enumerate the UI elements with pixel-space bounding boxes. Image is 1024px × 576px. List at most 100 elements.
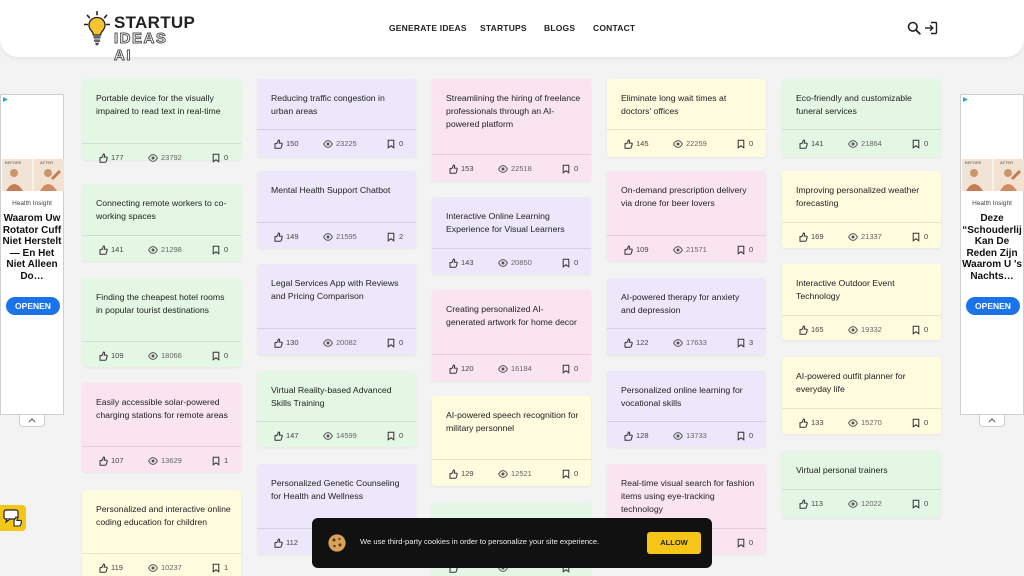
idea-title[interactable]: Personalized online learning for vocatio… [621,384,756,410]
like-button[interactable]: 150 [273,137,299,151]
idea-title[interactable]: Eco-friendly and customizable funeral se… [796,92,931,118]
like-button[interactable]: 109 [98,349,124,363]
like-button[interactable]: 120 [448,362,474,376]
idea-card[interactable]: Finding the cheapest hotel rooms in popu… [82,278,241,367]
idea-card[interactable]: Virtual Reality-based Advanced Skills Tr… [257,371,416,447]
search-icon[interactable] [907,21,921,35]
idea-title[interactable]: Virtual Reality-based Advanced Skills Tr… [271,384,406,410]
idea-card[interactable]: AI-powered outfit planner for everyday l… [782,357,941,434]
like-button[interactable]: 130 [273,336,299,350]
like-button[interactable]: 143 [448,256,474,270]
save-button[interactable]: 0 [561,162,578,176]
idea-card[interactable]: Easily accessible solar-powered charging… [82,383,241,472]
idea-card[interactable]: Legal Services App with Reviews and Pric… [257,264,416,355]
idea-card[interactable]: Reducing traffic congestion in urban are… [257,79,416,157]
ad-choices-icon[interactable] [962,96,969,103]
save-button[interactable]: 0 [211,243,228,257]
idea-title[interactable]: Personalized and interactive online codi… [96,503,231,529]
save-button[interactable]: 0 [911,323,928,337]
nav-blogs[interactable]: BLOGS [544,23,575,33]
idea-card[interactable]: Interactive Outdoor Event Technology 165 1… [782,264,941,340]
idea-card[interactable]: AI-powered speech recognition for milita… [432,396,591,486]
save-button[interactable]: 0 [736,137,753,151]
idea-title[interactable]: Legal Services App with Reviews and Pric… [271,277,406,303]
nav-generate-ideas[interactable]: GENERATE IDEAS [389,23,467,33]
idea-title[interactable]: AI-powered outfit planner for everyday l… [796,370,931,396]
save-button[interactable]: 0 [736,243,753,257]
like-button[interactable]: 177 [98,151,124,165]
idea-title[interactable]: Finding the cheapest hotel rooms in popu… [96,291,231,317]
ad-open-button[interactable]: OPENEN [6,297,60,315]
like-button[interactable]: 119 [98,561,123,575]
ad-headline[interactable]: Waarom Uw Rotator Cuff Niet Herstelt — E… [2,213,62,282]
save-button[interactable]: 2 [386,230,403,244]
idea-title[interactable]: Real-time visual search for fashion item… [621,477,756,515]
idea-card[interactable]: AI-powered therapy for anxiety and depre… [607,278,766,355]
save-button[interactable]: 0 [911,137,928,151]
idea-title[interactable]: Personalized Genetic Counseling for Heal… [271,477,406,503]
idea-card[interactable]: Portable device for the visually impaire… [82,79,241,163]
like-button[interactable]: 129 [448,467,474,481]
idea-card[interactable]: Creating personalized AI-generated artwo… [432,290,591,381]
idea-card[interactable]: Eliminate long wait times at doctors' of… [607,79,766,157]
idea-card[interactable]: Virtual personal trainers 113 12022 0 [782,451,941,518]
ad-right[interactable]: BEFORE AFTER Health Insight Deze “Schoud… [960,94,1024,415]
idea-title[interactable]: Creating personalized AI-generated artwo… [446,303,581,329]
feedback-button[interactable] [0,505,26,531]
save-button[interactable]: 0 [561,256,578,270]
idea-title[interactable]: Streamlining the hiring of freelance pro… [446,92,581,130]
save-button[interactable]: 0 [561,362,578,376]
like-button[interactable]: 149 [273,230,299,244]
save-button[interactable]: 0 [211,349,228,363]
idea-title[interactable]: Interactive Outdoor Event Technology [796,277,931,303]
idea-title[interactable]: Eliminate long wait times at doctors' of… [621,92,756,118]
nav-startups[interactable]: STARTUPS [480,23,527,33]
save-button[interactable]: 0 [386,137,403,151]
like-button[interactable]: 145 [623,137,649,151]
like-button[interactable]: 153 [448,162,474,176]
save-button[interactable]: 0 [911,497,928,511]
like-button[interactable]: 141 [798,137,824,151]
ad-collapse-tab[interactable] [19,415,45,427]
save-button[interactable]: 0 [386,429,403,443]
like-button[interactable]: 107 [98,454,124,468]
save-button[interactable]: 0 [386,336,403,350]
idea-title[interactable]: Connecting remote workers to co-working … [96,197,231,223]
ad-collapse-tab[interactable] [979,415,1005,427]
idea-card[interactable]: Personalized online learning for vocatio… [607,371,766,447]
save-button[interactable]: 0 [911,416,928,430]
idea-card[interactable]: Streamlining the hiring of freelance pro… [432,79,591,181]
save-button[interactable]: 0 [211,151,228,165]
like-button[interactable]: 165 [798,323,824,337]
idea-title[interactable]: Portable device for the visually impaire… [96,92,231,118]
idea-title[interactable]: AI-powered therapy for anxiety and depre… [621,291,756,317]
save-button[interactable]: 0 [561,467,578,481]
login-icon[interactable] [924,21,938,35]
idea-card[interactable]: On-demand prescription delivery via dron… [607,171,766,261]
like-button[interactable]: 141 [98,243,124,257]
idea-title[interactable]: Reducing traffic congestion in urban are… [271,92,406,118]
idea-card[interactable]: Eco-friendly and customizable funeral se… [782,79,941,157]
like-button[interactable]: 122 [623,336,649,350]
ad-headline[interactable]: Deze “Schouderlij Kan De Reden Zijn Waar… [962,213,1022,282]
idea-card[interactable]: Improving personalized weather forecasti… [782,171,941,248]
like-button[interactable]: 113 [798,497,823,511]
save-button[interactable]: 0 [911,230,928,244]
ad-choices-icon[interactable] [2,96,9,103]
idea-title[interactable]: On-demand prescription delivery via dron… [621,184,756,210]
idea-title[interactable]: AI-powered speech recognition for milita… [446,409,581,435]
idea-title[interactable]: Mental Health Support Chatbot [271,184,406,197]
save-button[interactable]: 3 [736,336,753,350]
idea-card[interactable]: Connecting remote workers to co-working … [82,184,241,261]
save-button[interactable]: 1 [211,561,228,575]
allow-cookies-button[interactable]: ALLOW [647,532,701,554]
like-button[interactable]: 133 [798,416,824,430]
like-button[interactable]: 169 [798,230,824,244]
nav-contact[interactable]: CONTACT [593,23,635,33]
logo[interactable]: STARTUP IDEAS AI [84,9,195,65]
save-button[interactable]: 0 [736,429,753,443]
save-button[interactable]: 0 [736,536,753,550]
idea-card[interactable]: Personalized and interactive online codi… [82,490,241,576]
like-button[interactable]: 147 [273,429,299,443]
ad-open-button[interactable]: OPENEN [966,297,1020,315]
